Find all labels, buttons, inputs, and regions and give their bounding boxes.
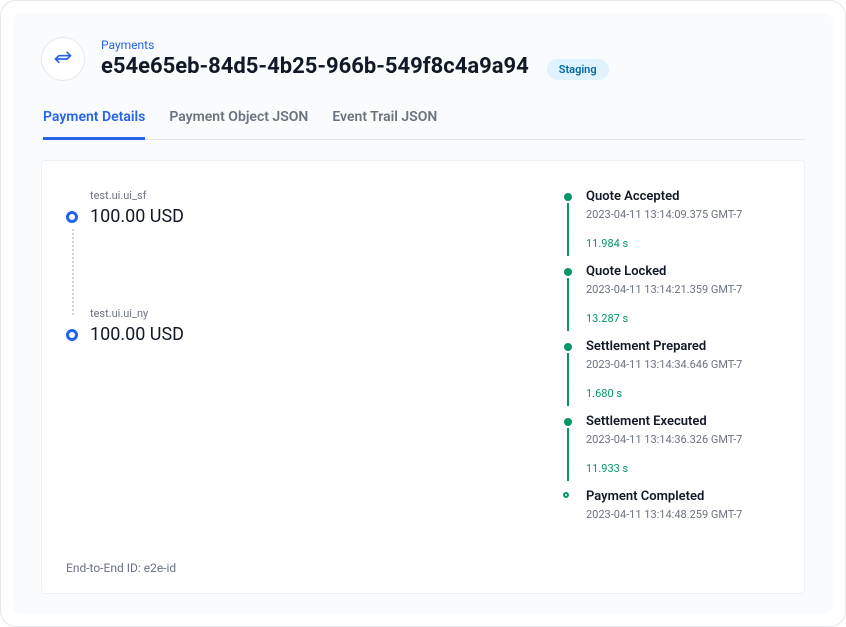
timeline-timestamp: 2023-04-11 13:14:21.359 GMT-7 (586, 283, 788, 296)
party-source-amount: 100.00 USD (90, 206, 530, 227)
timeline-title: Settlement Prepared (586, 339, 788, 354)
timeline-line (567, 353, 569, 406)
party-source: test.ui.ui_sf 100.00 USD (66, 189, 530, 227)
transfer-icon (41, 37, 85, 81)
title-block: Payments e54e65eb-84d5-4b25-966b-549f8c4… (101, 38, 609, 79)
timeline-column: Quote Accepted 2023-04-11 13:14:09.375 G… (554, 161, 804, 593)
timeline-dot-icon (564, 343, 572, 351)
timeline-step: Quote Accepted 2023-04-11 13:14:09.375 G… (564, 189, 788, 250)
timeline-dot-icon (564, 193, 572, 201)
timeline-timestamp: 2023-04-11 13:14:09.375 GMT-7 (586, 208, 788, 221)
tab-payment-details[interactable]: Payment Details (43, 109, 145, 140)
header: Payments e54e65eb-84d5-4b25-966b-549f8c4… (13, 13, 833, 140)
timeline-step: Settlement Prepared 2023-04-11 13:14:34.… (564, 339, 788, 400)
timeline-timestamp: 2023-04-11 13:14:36.326 GMT-7 (586, 433, 788, 446)
timeline-step: Settlement Executed 2023-04-11 13:14:36.… (564, 414, 788, 475)
timeline-title: Payment Completed (586, 489, 788, 504)
end-to-end-id: End-to-End ID: e2e-id (66, 561, 530, 575)
party-destination: test.ui.ui_ny 100.00 USD (66, 307, 530, 345)
timeline-line (567, 278, 569, 331)
details-card: test.ui.ui_sf 100.00 USD test.ui.ui_ny 1… (41, 160, 805, 594)
timeline-step: Payment Completed 2023-04-11 13:14:48.25… (564, 489, 788, 521)
header-row: Payments e54e65eb-84d5-4b25-966b-549f8c4… (41, 37, 805, 81)
content: test.ui.ui_sf 100.00 USD test.ui.ui_ny 1… (13, 140, 833, 614)
timeline-duration: 11.984 s (586, 237, 788, 250)
timeline-line (567, 203, 569, 256)
timeline-title: Quote Locked (586, 264, 788, 279)
timeline-step: Quote Locked 2023-04-11 13:14:21.359 GMT… (564, 264, 788, 325)
title-row: e54e65eb-84d5-4b25-966b-549f8c4a9a94 Sta… (101, 54, 609, 79)
app-frame: Payments e54e65eb-84d5-4b25-966b-549f8c4… (0, 0, 846, 627)
party-source-name: test.ui.ui_sf (90, 189, 530, 202)
env-badge: Staging (547, 59, 609, 80)
parties-list: test.ui.ui_sf 100.00 USD test.ui.ui_ny 1… (66, 189, 530, 561)
timeline-title: Settlement Executed (586, 414, 788, 429)
party-ring-icon (66, 211, 78, 223)
parties-column: test.ui.ui_sf 100.00 USD test.ui.ui_ny 1… (42, 161, 554, 593)
timeline-timestamp: 2023-04-11 13:14:48.259 GMT-7 (586, 508, 788, 521)
party-dest-amount: 100.00 USD (90, 324, 530, 345)
timeline-dot-open-icon (563, 492, 569, 498)
timeline-title: Quote Accepted (586, 189, 788, 204)
timeline-timestamp: 2023-04-11 13:14:34.646 GMT-7 (586, 358, 788, 371)
tabs: Payment Details Payment Object JSON Even… (41, 109, 805, 140)
page-title: e54e65eb-84d5-4b25-966b-549f8c4a9a94 (101, 54, 529, 79)
tab-payment-object-json[interactable]: Payment Object JSON (169, 109, 308, 140)
party-dest-name: test.ui.ui_ny (90, 307, 530, 320)
timeline-duration: 13.287 s (586, 312, 788, 325)
party-ring-icon (66, 329, 78, 341)
breadcrumb[interactable]: Payments (101, 38, 609, 52)
timeline-dot-icon (564, 418, 572, 426)
timeline-line (567, 428, 569, 481)
timeline-dot-icon (564, 268, 572, 276)
timeline-duration: 1.680 s (586, 387, 788, 400)
parties-connector (72, 229, 74, 315)
app-surface: Payments e54e65eb-84d5-4b25-966b-549f8c4… (13, 13, 833, 614)
tab-event-trail-json[interactable]: Event Trail JSON (332, 109, 437, 140)
timeline-duration: 11.933 s (586, 462, 788, 475)
